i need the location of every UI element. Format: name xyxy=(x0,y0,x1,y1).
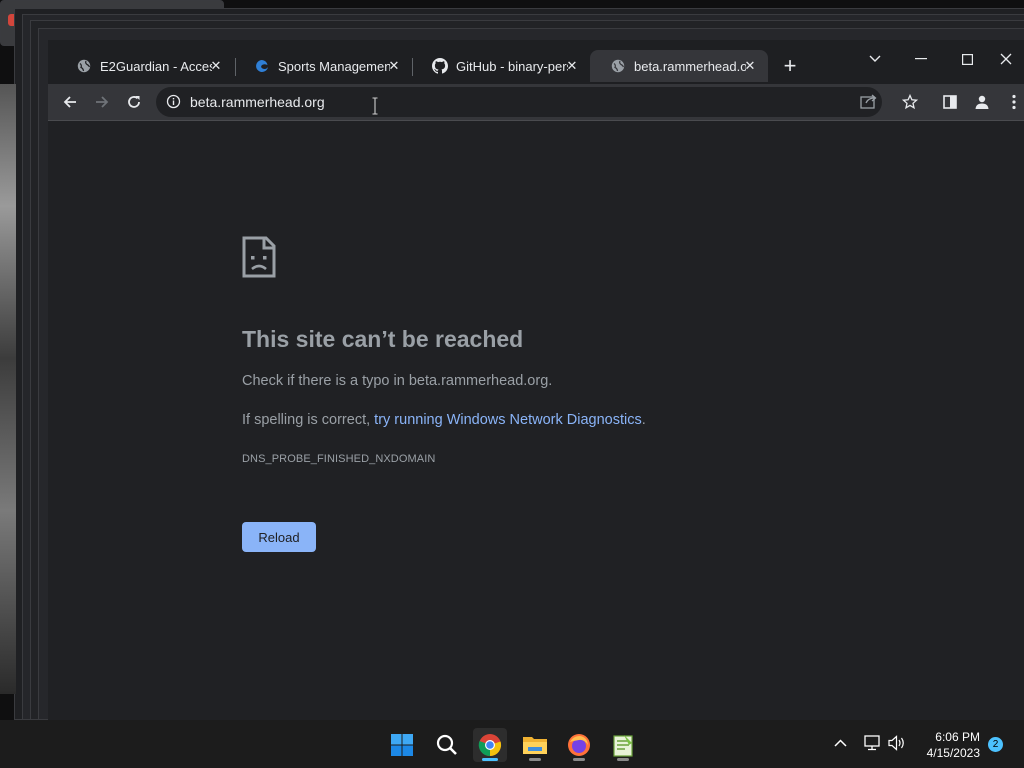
running-indicator xyxy=(573,758,585,761)
tab-close-icon[interactable]: ✕ xyxy=(386,58,402,74)
tab-close-icon[interactable]: ✕ xyxy=(208,58,224,74)
error-suggestion: Check if there is a typo in beta.rammerh… xyxy=(242,373,553,389)
edge-icon xyxy=(254,58,270,74)
volume-button[interactable] xyxy=(888,735,906,756)
tab-github[interactable]: GitHub - binary-person ✕ xyxy=(412,50,590,82)
refresh-icon xyxy=(128,96,140,108)
system-clock[interactable]: 6:06 PM 4/15/2023 xyxy=(918,729,980,761)
minimize-button[interactable] xyxy=(898,44,944,74)
tab-close-icon[interactable]: ✕ xyxy=(742,58,758,74)
network-icon xyxy=(864,735,880,751)
error-page: This site can’t be reached Check if ther… xyxy=(48,121,1024,720)
bookmark-button[interactable] xyxy=(896,88,924,116)
maximize-button[interactable] xyxy=(944,44,990,74)
notification-badge[interactable]: 2 xyxy=(988,737,1003,752)
browser-window: E2Guardian - Access Denied ✕ Sports Mana… xyxy=(48,40,1024,720)
profile-icon xyxy=(975,95,989,109)
chevron-up-icon xyxy=(834,739,847,747)
tab-title: beta.rammerhead.org xyxy=(634,58,746,74)
tab-search-button[interactable] xyxy=(852,44,898,74)
sad-page-icon xyxy=(242,236,276,283)
forward-button[interactable] xyxy=(88,88,116,116)
background-image xyxy=(0,84,16,694)
info-icon[interactable] xyxy=(166,94,181,114)
diagnostics-suffix: . xyxy=(641,412,646,428)
text-cursor-icon xyxy=(372,97,378,115)
search-icon xyxy=(436,734,457,755)
kebab-menu-icon xyxy=(1012,94,1016,110)
taskbar-file-explorer[interactable] xyxy=(518,728,552,762)
clock-date: 4/15/2023 xyxy=(926,746,980,760)
profile-button[interactable] xyxy=(968,88,996,116)
side-panel-icon xyxy=(943,95,957,109)
tab-strip: E2Guardian - Access Denied ✕ Sports Mana… xyxy=(48,40,1024,84)
error-code: DNS_PROBE_FINISHED_NXDOMAIN xyxy=(242,453,436,465)
taskbar: 6:06 PM 4/15/2023 2 xyxy=(0,720,1024,768)
diagnostics-prefix: If spelling is correct, xyxy=(242,412,375,428)
tab-sports-management[interactable]: Sports Management Information ✕ xyxy=(234,50,412,82)
close-window-button[interactable] xyxy=(988,44,1024,74)
share-icon[interactable] xyxy=(860,93,878,114)
tab-e2guardian[interactable]: E2Guardian - Access Denied ✕ xyxy=(56,50,234,82)
close-icon xyxy=(1000,53,1012,65)
tab-title: Sports Management Information xyxy=(278,58,390,74)
windows-start-icon xyxy=(391,734,413,756)
show-hidden-icons-button[interactable] xyxy=(834,734,847,752)
running-indicator xyxy=(529,758,541,761)
chevron-down-icon xyxy=(869,55,881,62)
firefox-icon xyxy=(568,734,590,756)
reload-button[interactable]: Reload xyxy=(242,522,316,552)
network-button[interactable] xyxy=(864,735,882,756)
side-panel-button[interactable] xyxy=(936,88,964,116)
speaker-icon xyxy=(888,735,904,751)
tab-title: GitHub - binary-person xyxy=(456,58,568,74)
maximize-icon xyxy=(961,53,973,65)
globe-icon xyxy=(76,58,92,74)
address-bar[interactable]: beta.rammerhead.org xyxy=(156,87,882,117)
start-button[interactable] xyxy=(385,728,419,762)
reload-toolbar-button[interactable] xyxy=(120,88,148,116)
tab-close-icon[interactable]: ✕ xyxy=(564,58,580,74)
taskbar-firefox[interactable] xyxy=(562,728,596,762)
error-title: This site can’t be reached xyxy=(242,326,524,352)
tab-title: E2Guardian - Access Denied xyxy=(100,58,212,74)
running-indicator xyxy=(617,758,629,761)
url-text: beta.rammerhead.org xyxy=(190,94,325,110)
taskbar-notepad-plus-plus[interactable] xyxy=(606,728,640,762)
arrow-left-icon xyxy=(63,96,76,108)
arrow-right-icon xyxy=(96,96,109,108)
back-button[interactable] xyxy=(56,88,84,116)
tab-rammerhead[interactable]: beta.rammerhead.org ✕ xyxy=(590,50,768,82)
minimize-icon xyxy=(915,58,927,60)
notepad-plus-plus-icon xyxy=(613,735,633,757)
new-tab-button[interactable]: + xyxy=(776,54,804,78)
running-indicator xyxy=(482,758,498,761)
taskbar-chrome[interactable] xyxy=(473,728,507,762)
clock-time: 6:06 PM xyxy=(935,730,980,744)
star-icon xyxy=(902,94,918,110)
error-diagnostics-line: If spelling is correct, try running Wind… xyxy=(242,412,646,428)
github-icon xyxy=(432,58,448,74)
globe-icon xyxy=(610,58,626,74)
file-explorer-icon xyxy=(523,737,547,754)
network-diagnostics-link[interactable]: try running Windows Network Diagnostics xyxy=(374,412,642,428)
taskbar-search-button[interactable] xyxy=(430,728,464,762)
chrome-icon xyxy=(478,734,502,757)
browser-toolbar: beta.rammerhead.org xyxy=(48,84,1024,120)
menu-button[interactable] xyxy=(1000,88,1024,116)
